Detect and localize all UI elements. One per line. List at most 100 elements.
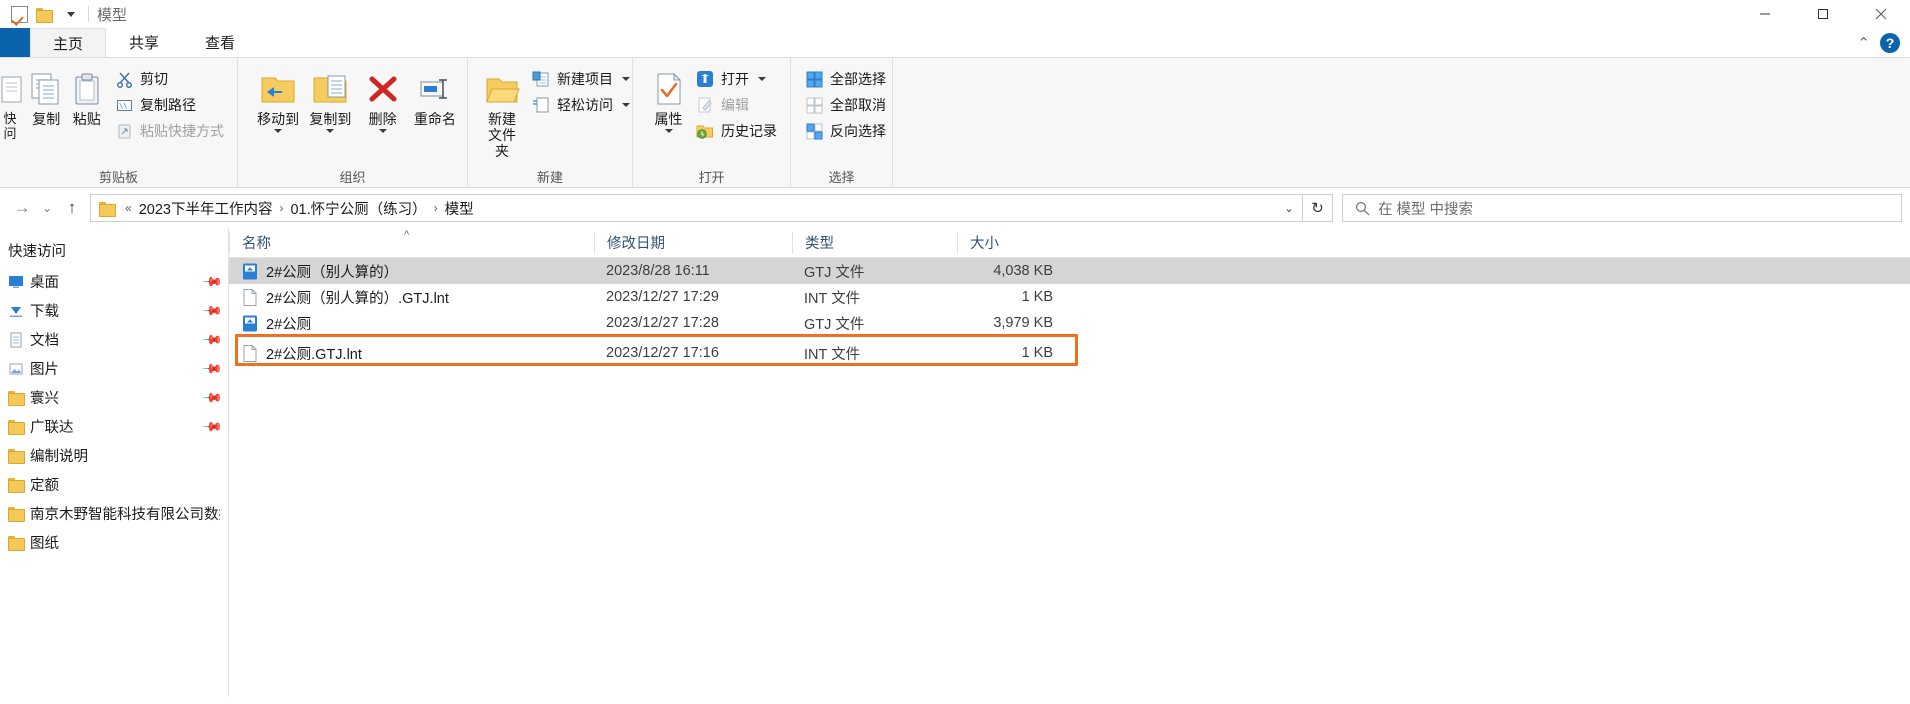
chevron-right-icon[interactable]: › bbox=[432, 201, 440, 215]
address-bar[interactable]: « 2023下半年工作内容 › 01.怀宁公厕（练习） › 模型 ⌄ bbox=[90, 194, 1303, 222]
properties-button[interactable]: 属性 bbox=[647, 63, 690, 134]
sidebar-item-label: 寰兴 bbox=[30, 391, 59, 407]
pin-icon[interactable]: 📌 bbox=[201, 328, 223, 351]
tab-file[interactable] bbox=[0, 28, 30, 57]
sidebar-item-pictures[interactable]: 图片 📌 bbox=[0, 354, 228, 383]
column-header-row: ^ 名称 修改日期 类型 大小 bbox=[229, 228, 1910, 258]
sidebar-item-label: 广联达 bbox=[30, 420, 74, 436]
file-size: 1 KB bbox=[1021, 345, 1053, 361]
select-none-button[interactable]: 全部取消 bbox=[801, 92, 893, 118]
history-button[interactable]: 历史记录 bbox=[692, 118, 784, 144]
invert-selection-button[interactable]: 反向选择 bbox=[801, 118, 893, 144]
new-folder-button[interactable]: 新建 文件夹 bbox=[482, 63, 522, 160]
chevron-down-icon[interactable] bbox=[274, 129, 283, 133]
recent-locations-button[interactable]: ⌄ bbox=[36, 193, 58, 223]
sidebar-item-downloads[interactable]: 下载 📌 bbox=[0, 296, 228, 325]
breadcrumb-item-0[interactable]: 2023下半年工作内容 bbox=[134, 198, 278, 219]
sidebar-item-guanglianda[interactable]: 广联达 📌 bbox=[0, 412, 228, 441]
chevron-down-icon[interactable] bbox=[622, 103, 630, 107]
paste-button[interactable]: 粘贴 bbox=[67, 63, 108, 129]
copy-button[interactable]: 复制 bbox=[26, 63, 67, 129]
ribbon-group-select: 全部选择 全部取消 反向选择 选择 bbox=[791, 58, 893, 187]
file-type: INT 文件 bbox=[804, 290, 861, 307]
file-name-cell: 2#公厕（别人算的）.GTJ.lnt bbox=[229, 287, 594, 308]
pin-icon[interactable]: 📌 bbox=[201, 415, 223, 438]
breadcrumb-overflow[interactable]: « bbox=[123, 201, 134, 215]
up-button[interactable]: ↑ bbox=[58, 193, 86, 223]
easy-access-button[interactable]: 轻松访问 bbox=[528, 92, 637, 118]
tab-share[interactable]: 共享 bbox=[106, 28, 182, 57]
tab-home[interactable]: 主页 bbox=[30, 28, 107, 57]
select-all-button[interactable]: 全部选择 bbox=[801, 66, 893, 92]
pin-icon[interactable]: 📌 bbox=[201, 386, 223, 409]
sidebar-item-desktop[interactable]: 桌面 📌 bbox=[0, 267, 228, 296]
column-header-date[interactable]: 修改日期 bbox=[594, 231, 792, 254]
sidebar-item-huanxing[interactable]: 寰兴 📌 bbox=[0, 383, 228, 412]
pin-icon[interactable]: 📌 bbox=[201, 357, 223, 380]
copy-to-button[interactable]: 复制到 bbox=[304, 63, 356, 134]
table-row[interactable]: 2#公厕 2023/12/27 17:28 GTJ 文件 3,979 KB bbox=[229, 310, 1910, 336]
sidebar-item-dinge[interactable]: 定额 bbox=[0, 470, 228, 499]
copy-path-label: 复制路径 bbox=[140, 97, 196, 113]
new-item-button[interactable]: 新建项目 bbox=[528, 66, 637, 92]
table-row[interactable]: 2#公厕.GTJ.lnt 2023/12/27 17:16 INT 文件 1 K… bbox=[229, 340, 1910, 366]
chevron-down-icon[interactable] bbox=[758, 77, 766, 81]
ribbon: 快问 复制 粘贴 剪切 \\ 复制路径 粘贴快捷方式 剪贴板 移动到 复制到 删… bbox=[0, 58, 1910, 188]
pin-icon[interactable]: 📌 bbox=[201, 299, 223, 322]
chevron-right-icon[interactable]: › bbox=[277, 201, 285, 215]
sidebar-item-label: 定额 bbox=[30, 478, 59, 494]
open-with-button[interactable]: 打开 bbox=[692, 66, 784, 92]
select-all-icon bbox=[804, 69, 824, 89]
minimize-icon[interactable] bbox=[1736, 0, 1794, 28]
column-header-type[interactable]: 类型 bbox=[792, 231, 957, 254]
title-bar: 模型 bbox=[0, 0, 1910, 28]
folder-icon[interactable] bbox=[32, 2, 58, 26]
help-button[interactable]: ? bbox=[1880, 32, 1900, 53]
maximize-icon[interactable] bbox=[1794, 0, 1852, 28]
chevron-down-icon[interactable] bbox=[378, 129, 387, 133]
file-date: 2023/8/28 16:11 bbox=[606, 263, 710, 279]
folder-icon bbox=[8, 506, 30, 522]
paste-shortcut-button[interactable]: 粘贴快捷方式 bbox=[111, 118, 231, 144]
file-name: 2#公厕 bbox=[266, 316, 312, 333]
move-to-button[interactable]: 移动到 bbox=[252, 63, 304, 134]
chevron-down-icon[interactable] bbox=[622, 77, 630, 81]
cut-label: 剪切 bbox=[140, 71, 168, 87]
copy-path-button[interactable]: \\ 复制路径 bbox=[111, 92, 231, 118]
search-box[interactable]: 在 模型 中搜索 bbox=[1342, 194, 1902, 222]
pin-to-quick-access-button[interactable]: 快问 bbox=[0, 63, 26, 142]
column-header-name[interactable]: ^ 名称 bbox=[229, 229, 594, 254]
search-input[interactable]: 在 模型 中搜索 bbox=[1378, 198, 1473, 219]
chevron-up-icon[interactable]: ⌃ bbox=[1857, 34, 1870, 52]
edit-label: 编辑 bbox=[721, 97, 749, 113]
quick-access-dropdown-icon[interactable] bbox=[58, 2, 84, 26]
cut-button[interactable]: 剪切 bbox=[111, 66, 231, 92]
edit-button[interactable]: 编辑 bbox=[692, 92, 784, 118]
checkmark-box-icon[interactable] bbox=[6, 2, 32, 26]
address-dropdown-icon[interactable]: ⌄ bbox=[1276, 202, 1302, 215]
refresh-button[interactable]: ↻ bbox=[1303, 194, 1333, 222]
breadcrumb-item-2[interactable]: 模型 bbox=[440, 198, 479, 219]
delete-button[interactable]: 删除 bbox=[357, 63, 409, 134]
sidebar-item-documents[interactable]: 文档 📌 bbox=[0, 325, 228, 354]
table-row[interactable]: 2#公厕（别人算的） 2023/8/28 16:11 GTJ 文件 4,038 … bbox=[229, 258, 1910, 284]
sidebar-item-nanjingmuye[interactable]: 南京木野智能科技有限公司数控力 bbox=[0, 499, 228, 528]
pin-icon[interactable]: 📌 bbox=[201, 270, 223, 293]
column-header-size[interactable]: 大小 bbox=[957, 231, 1067, 254]
sidebar-item-label: 编制说明 bbox=[30, 449, 88, 465]
history-icon bbox=[695, 121, 715, 141]
table-row[interactable]: 2#公厕（别人算的）.GTJ.lnt 2023/12/27 17:29 INT … bbox=[229, 284, 1910, 310]
chevron-down-icon[interactable] bbox=[664, 129, 673, 133]
file-date: 2023/12/27 17:16 bbox=[606, 345, 719, 361]
breadcrumb-item-1[interactable]: 01.怀宁公厕（练习） bbox=[285, 198, 431, 219]
sidebar-item-label: 桌面 bbox=[30, 275, 59, 291]
forward-button[interactable]: → bbox=[8, 193, 36, 223]
downloads-icon bbox=[8, 303, 30, 319]
tab-view[interactable]: 查看 bbox=[182, 28, 258, 57]
sidebar-item-bianzhishuoming[interactable]: 编制说明 bbox=[0, 441, 228, 470]
close-icon[interactable] bbox=[1852, 0, 1910, 28]
chevron-down-icon[interactable] bbox=[326, 129, 335, 133]
rename-button[interactable]: 重命名 bbox=[409, 63, 461, 129]
sidebar-item-tuzhi[interactable]: 图纸 bbox=[0, 528, 228, 557]
move-to-icon bbox=[258, 68, 298, 108]
